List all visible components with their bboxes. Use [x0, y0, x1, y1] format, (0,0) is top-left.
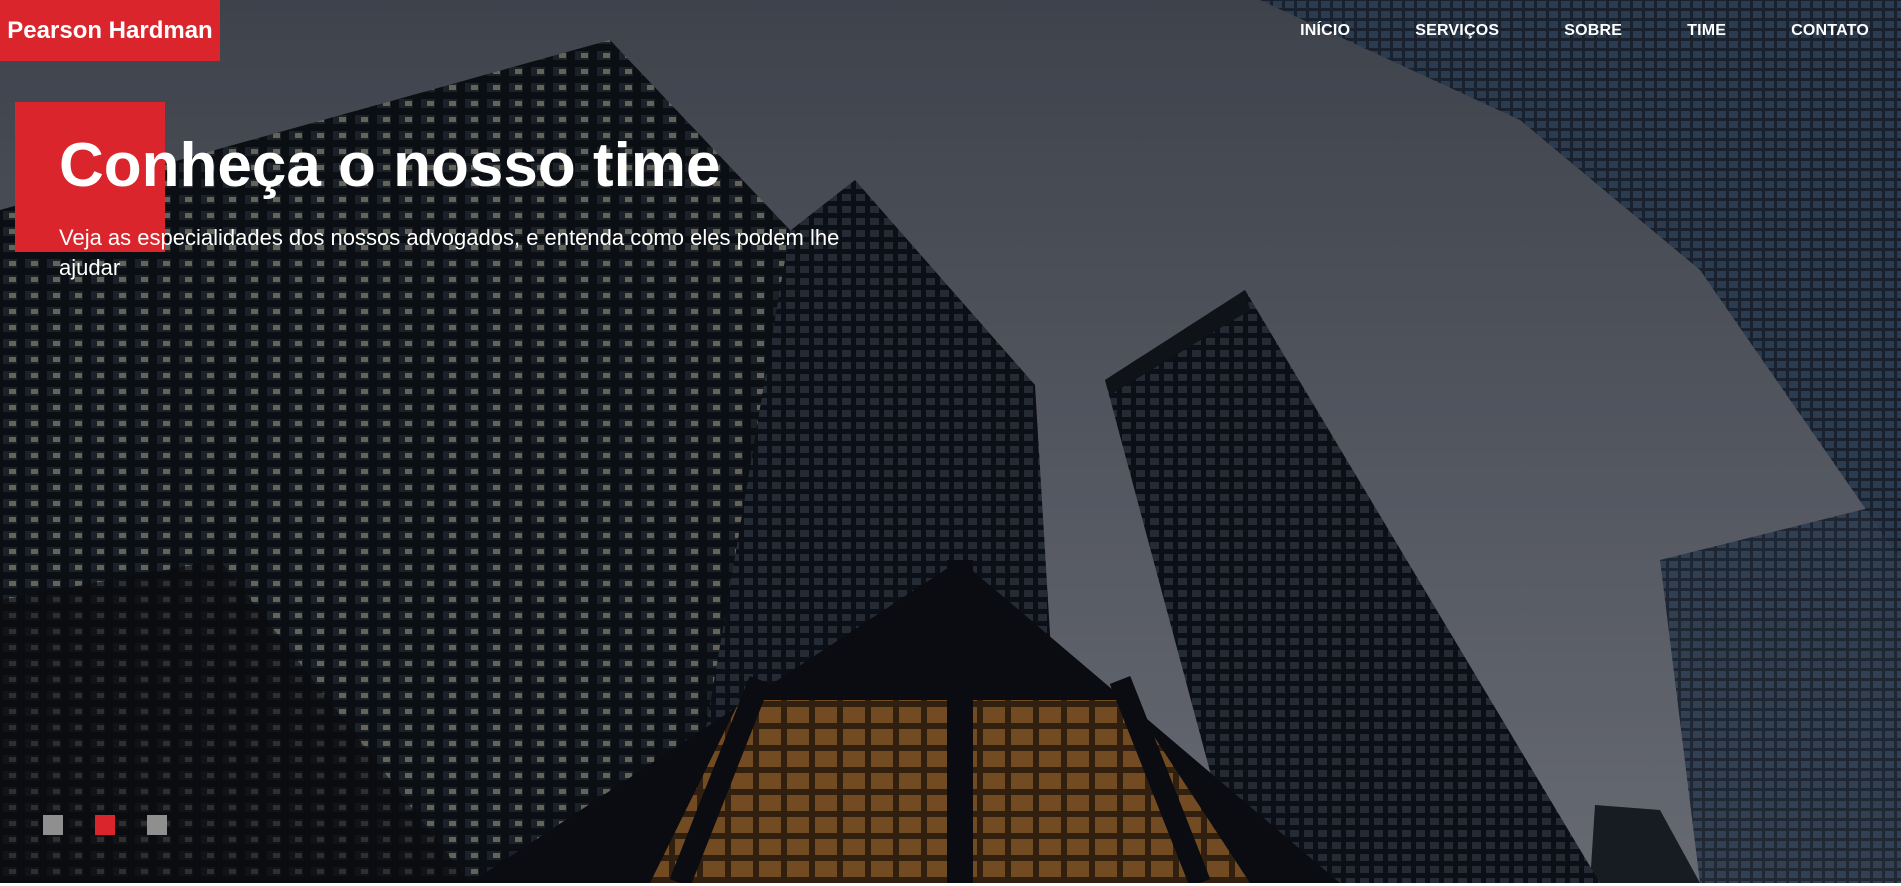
slider-dot-1[interactable]: [43, 815, 63, 835]
hero-subtitle: Veja as especialidades dos nossos advoga…: [59, 225, 840, 280]
slider-indicators: [43, 815, 199, 835]
hero-title: Conheça o nosso time: [59, 131, 721, 200]
slider-dot-3[interactable]: [147, 815, 167, 835]
slider-dot-2[interactable]: [95, 815, 115, 835]
nav-link-servicos[interactable]: SERVIÇOS: [1415, 22, 1499, 40]
nav-link-inicio[interactable]: INÍCIO: [1300, 22, 1350, 40]
nav-link-time[interactable]: TIME: [1687, 22, 1726, 40]
main-navigation: INÍCIO SERVIÇOS SOBRE TIME CONTATO: [1235, 22, 1869, 40]
hero-section: Pearson Hardman INÍCIO SERVIÇOS SOBRE TI…: [0, 0, 1901, 883]
nav-link-contato[interactable]: CONTATO: [1791, 22, 1869, 40]
nav-link-sobre[interactable]: SOBRE: [1564, 22, 1622, 40]
brand-logo[interactable]: Pearson Hardman: [0, 0, 220, 61]
